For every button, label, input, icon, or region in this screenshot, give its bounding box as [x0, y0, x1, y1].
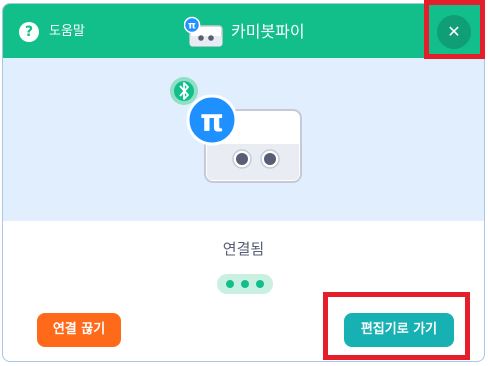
- connection-status: 연결됨: [222, 240, 265, 258]
- pi-icon: π: [186, 94, 238, 146]
- go-to-editor-button[interactable]: 편집기로 가기: [344, 313, 454, 347]
- device-illustration-area: π: [3, 58, 484, 221]
- indicator-dot: [241, 280, 249, 288]
- svg-text:π: π: [200, 104, 224, 139]
- dialog-title: 카미봇파이: [231, 22, 305, 41]
- help-icon[interactable]: ?: [19, 22, 39, 42]
- svg-text:π: π: [188, 21, 196, 32]
- indicator-dot: [226, 280, 234, 288]
- connection-indicator: [217, 274, 273, 294]
- dialog-header: ? 도움말 π 카미봇파이 ✕: [3, 4, 484, 58]
- device-illustration: π: [170, 77, 302, 183]
- disconnect-button[interactable]: 연결 끊기: [37, 313, 121, 347]
- close-button[interactable]: ✕: [437, 15, 471, 49]
- connection-dialog: ? 도움말 π 카미봇파이 ✕ π 연결됨 연결 끊기 편집기로 가기: [2, 3, 485, 362]
- bluetooth-icon: [170, 77, 198, 105]
- help-label[interactable]: 도움말: [49, 22, 85, 42]
- close-icon[interactable]: ✕: [447, 22, 460, 41]
- kamibot-pi-title-icon: π: [184, 16, 223, 47]
- indicator-dot: [256, 280, 264, 288]
